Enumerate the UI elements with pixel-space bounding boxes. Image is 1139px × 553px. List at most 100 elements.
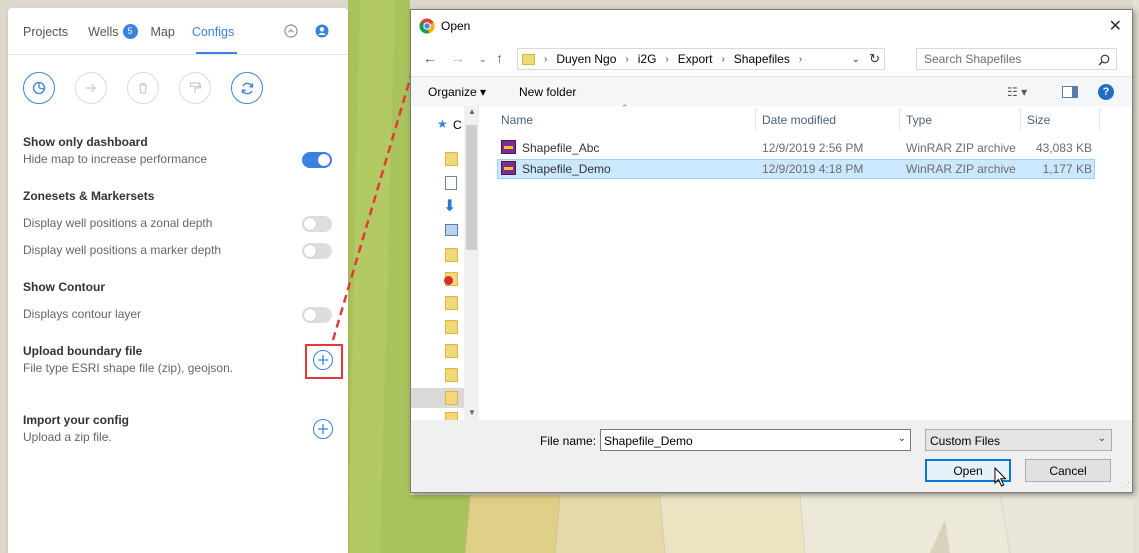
search-input[interactable]: Search Shapefiles — [916, 48, 1117, 70]
download-icon[interactable]: ⬇ — [443, 199, 456, 215]
breadcrumb-export[interactable]: Export — [678, 52, 713, 66]
contour-title: Show Contour — [23, 280, 105, 294]
zonal-depth-toggle[interactable] — [302, 216, 332, 232]
contour-toggle[interactable] — [302, 307, 332, 323]
upload-boundary-title: Upload boundary file — [23, 344, 143, 358]
file-row-selected[interactable]: Shapefile_Demo 12/9/2019 4:18 PM WinRAR … — [497, 159, 1095, 179]
quick-access-label[interactable]: C — [453, 118, 462, 132]
column-header-type[interactable]: Type — [906, 113, 932, 127]
selected-nav-item[interactable] — [411, 388, 464, 408]
chevron-right-icon: › — [544, 53, 548, 65]
cancel-button[interactable]: Cancel — [1025, 459, 1111, 482]
help-icon[interactable]: ? — [1098, 84, 1114, 100]
winrar-archive-icon — [501, 161, 516, 175]
column-header-date[interactable]: Date modified — [762, 113, 836, 127]
open-file-dialog: Open ✕ ← → ⌄ ↑ › Duyen Ngo › i2G › Expor… — [410, 9, 1133, 493]
marker-depth-toggle[interactable] — [302, 243, 332, 259]
folder-warning-icon[interactable] — [444, 272, 458, 286]
highlight-box — [305, 344, 343, 379]
dashboard-tool-button[interactable] — [23, 72, 55, 104]
trash-icon — [139, 82, 147, 94]
file-name-input[interactable]: Shapefile_Demo ⌄ — [600, 429, 911, 451]
file-name: Shapefile_Demo — [522, 162, 611, 176]
organize-button[interactable]: Organize ▾ — [428, 85, 486, 99]
view-options-icon[interactable]: ☷ ▾ — [1007, 85, 1027, 99]
user-circle-icon[interactable] — [315, 24, 329, 38]
breadcrumb-duyen-ngo[interactable]: Duyen Ngo — [556, 52, 616, 66]
toolbar — [23, 72, 283, 104]
upload-boundary-desc: File type ESRI shape file (zip), geojson… — [23, 361, 234, 375]
up-arrow-icon[interactable]: ↑ — [496, 50, 503, 66]
recent-dropdown-icon[interactable]: ⌄ — [479, 54, 487, 65]
folder-icon[interactable] — [445, 320, 458, 334]
show-dashboard-toggle[interactable] — [302, 152, 332, 168]
folder-icon[interactable] — [445, 152, 458, 166]
chevron-down-icon[interactable]: ⌄ — [852, 54, 860, 65]
file-type: WinRAR ZIP archive — [906, 162, 1016, 176]
folder-icon[interactable] — [445, 248, 458, 262]
forward-arrow-icon[interactable]: → — [451, 50, 465, 66]
pictures-icon[interactable] — [445, 224, 458, 236]
file-type-filter[interactable]: Custom Files ⌄ — [925, 429, 1112, 451]
tab-projects[interactable]: Projects — [23, 24, 68, 39]
import-config-button[interactable] — [313, 419, 333, 439]
file-row[interactable]: Shapefile_Abc 12/9/2019 2:56 PM WinRAR Z… — [497, 138, 1095, 158]
zonesets-title: Zonesets & Markersets — [23, 189, 155, 203]
search-icon — [1098, 54, 1110, 66]
chevron-up-circle-icon[interactable] — [284, 24, 298, 38]
address-row: ← → ⌄ ↑ › Duyen Ngo › i2G › Export › Sha… — [411, 41, 1132, 76]
breadcrumb-shapefiles[interactable]: Shapefiles — [734, 52, 790, 66]
file-size: 1,177 KB — [1042, 162, 1092, 176]
chevron-down-icon[interactable]: ⌄ — [898, 433, 906, 444]
scroll-up-icon[interactable]: ▲ — [468, 107, 476, 116]
folder-icon[interactable] — [445, 344, 458, 358]
forward-tool-button[interactable] — [75, 72, 107, 104]
tab-wells[interactable]: Wells 5 — [88, 24, 138, 39]
pie-chart-icon — [32, 81, 46, 95]
contour-desc: Displays contour layer — [23, 307, 142, 321]
sort-caret-icon: ⌃ — [621, 103, 629, 113]
style-tool-button[interactable] — [179, 72, 211, 104]
star-icon: ★ — [437, 117, 448, 131]
folder-icon — [522, 53, 535, 65]
breadcrumb-i2g[interactable]: i2G — [638, 52, 657, 66]
back-arrow-icon[interactable]: ← — [423, 50, 437, 66]
scroll-down-icon[interactable]: ▼ — [468, 408, 476, 417]
column-separator[interactable] — [899, 108, 900, 130]
file-type: WinRAR ZIP archive — [906, 141, 1016, 155]
tab-configs[interactable]: Configs — [192, 24, 234, 39]
column-separator[interactable] — [1020, 108, 1021, 130]
file-name: Shapefile_Abc — [522, 141, 600, 155]
file-date: 12/9/2019 4:18 PM — [762, 162, 864, 176]
new-folder-button[interactable]: New folder — [519, 85, 576, 99]
wells-count-badge: 5 — [122, 24, 138, 39]
paint-roller-icon — [189, 82, 202, 94]
refresh-icon[interactable]: ↻ — [869, 51, 880, 67]
chevron-right-icon: › — [798, 53, 803, 65]
file-size: 43,083 KB — [1035, 141, 1092, 155]
show-dashboard-desc: Hide map to increase performance — [23, 152, 208, 166]
tab-map[interactable]: Map — [151, 24, 175, 39]
column-separator[interactable] — [755, 108, 756, 130]
arrow-right-icon — [86, 84, 96, 92]
close-icon[interactable]: ✕ — [1109, 16, 1122, 36]
marker-depth-desc: Display well positions a marker depth — [23, 243, 222, 257]
delete-tool-button[interactable] — [127, 72, 159, 104]
folder-icon[interactable] — [445, 368, 458, 382]
dialog-title: Open — [441, 19, 471, 33]
column-header-size[interactable]: Size — [1027, 113, 1050, 127]
folder-icon[interactable] — [445, 412, 458, 420]
column-header-name[interactable]: Name — [501, 113, 533, 127]
column-separator[interactable] — [1099, 108, 1100, 130]
preview-pane-icon[interactable] — [1062, 86, 1078, 98]
resize-grip-icon[interactable]: ⋰ — [1122, 481, 1130, 490]
zonal-depth-desc: Display well positions a zonal depth — [23, 216, 213, 230]
document-icon[interactable] — [445, 176, 457, 190]
import-config-title: Import your config — [23, 413, 129, 427]
address-bar[interactable]: › Duyen Ngo › i2G › Export › Shapefiles … — [517, 48, 885, 70]
folder-icon[interactable] — [445, 296, 458, 310]
tab-divider — [8, 54, 348, 55]
nav-scroll-thumb[interactable] — [466, 125, 477, 250]
chevron-down-icon: ⌄ — [1097, 433, 1106, 444]
refresh-tool-button[interactable] — [231, 72, 263, 104]
